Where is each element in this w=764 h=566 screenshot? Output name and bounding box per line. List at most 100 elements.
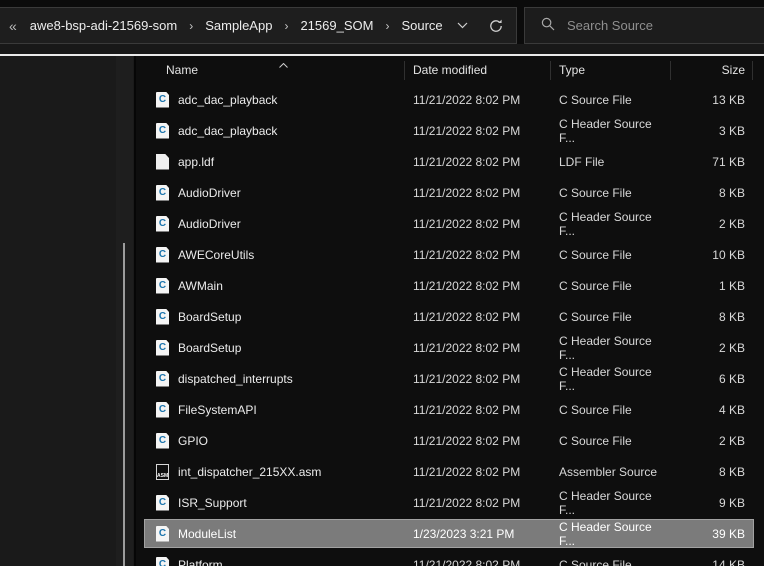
table-row[interactable]: C Platform 11/21/2022 8:02 PM C Source F…: [136, 549, 764, 566]
file-size: 14 KB: [671, 558, 753, 566]
table-row[interactable]: ASM int_dispatcher_215XX.asm 11/21/2022 …: [136, 456, 764, 487]
file-size: 4 KB: [671, 403, 753, 417]
file-size: 8 KB: [671, 186, 753, 200]
column-header-name[interactable]: Name: [136, 56, 405, 84]
table-row[interactable]: C BoardSetup 11/21/2022 8:02 PM C Source…: [136, 301, 764, 332]
table-row[interactable]: C AudioDriver 11/21/2022 8:02 PM C Heade…: [136, 208, 764, 239]
file-size: 3 KB: [671, 124, 753, 138]
search-box[interactable]: Search Source: [524, 7, 764, 44]
file-name-cell: C AudioDriver: [136, 185, 405, 201]
file-type: C Source File: [551, 403, 671, 417]
file-name-cell: app.ldf: [136, 154, 405, 170]
file-date-modified: 11/21/2022 8:02 PM: [405, 279, 551, 293]
file-type: C Source File: [551, 248, 671, 262]
search-placeholder: Search Source: [567, 18, 653, 33]
file-name: GPIO: [178, 434, 208, 448]
table-row[interactable]: C AWECoreUtils 11/21/2022 8:02 PM C Sour…: [136, 239, 764, 270]
file-name-cell: C GPIO: [136, 433, 405, 449]
file-date-modified: 11/21/2022 8:02 PM: [405, 248, 551, 262]
file-type: Assembler Source: [551, 465, 671, 479]
refresh-icon[interactable]: [488, 18, 504, 34]
file-name: app.ldf: [178, 155, 214, 169]
table-row[interactable]: C AWMain 11/21/2022 8:02 PM C Source Fil…: [136, 270, 764, 301]
c-source-file-icon: C: [156, 557, 169, 566]
address-bar[interactable]: « awe8-bsp-adi-21569-som›SampleApp›21569…: [0, 7, 517, 44]
file-date-modified: 11/21/2022 8:02 PM: [405, 434, 551, 448]
file-type: C Header Source F...: [551, 365, 671, 393]
table-row[interactable]: C GPIO 11/21/2022 8:02 PM C Source File …: [136, 425, 764, 456]
file-date-modified: 11/21/2022 8:02 PM: [405, 558, 551, 566]
file-name: AudioDriver: [178, 186, 241, 200]
address-dropdown-chevron-icon[interactable]: [457, 22, 468, 29]
breadcrumb-separator-icon: ›: [179, 19, 203, 33]
breadcrumb-separator-icon: ›: [274, 19, 298, 33]
table-row[interactable]: C dispatched_interrupts 11/21/2022 8:02 …: [136, 363, 764, 394]
file-size: 8 KB: [671, 310, 753, 324]
file-name: int_dispatcher_215XX.asm: [178, 465, 321, 479]
file-name: BoardSetup: [178, 341, 241, 355]
table-row[interactable]: C BoardSetup 11/21/2022 8:02 PM C Header…: [136, 332, 764, 363]
assembler-file-icon: ASM: [156, 464, 169, 480]
file-name-cell: C ISR_Support: [136, 495, 405, 511]
table-row[interactable]: C FileSystemAPI 11/21/2022 8:02 PM C Sou…: [136, 394, 764, 425]
breadcrumb-separator-icon: ›: [375, 19, 399, 33]
file-name: AudioDriver: [178, 217, 241, 231]
c-source-file-icon: C: [156, 402, 169, 418]
file-name: AWECoreUtils: [178, 248, 254, 262]
file-date-modified: 11/21/2022 8:02 PM: [405, 93, 551, 107]
table-row[interactable]: C AudioDriver 11/21/2022 8:02 PM C Sourc…: [136, 177, 764, 208]
file-name-cell: C AWECoreUtils: [136, 247, 405, 263]
breadcrumb-item[interactable]: awe8-bsp-adi-21569-som: [28, 18, 179, 33]
file-name-cell: C BoardSetup: [136, 309, 405, 325]
column-headers: Name Date modified Type Size: [136, 56, 764, 84]
file-type: C Header Source F...: [551, 489, 671, 517]
breadcrumb-collapse-icon[interactable]: «: [9, 18, 17, 34]
breadcrumb-item[interactable]: Source: [399, 18, 444, 33]
c-source-file-icon: C: [156, 495, 169, 511]
c-source-file-icon: C: [156, 371, 169, 387]
table-row[interactable]: C ISR_Support 11/21/2022 8:02 PM C Heade…: [136, 487, 764, 518]
file-date-modified: 11/21/2022 8:02 PM: [405, 372, 551, 386]
file-name: ISR_Support: [178, 496, 247, 510]
file-date-modified: 11/21/2022 8:02 PM: [405, 155, 551, 169]
file-name: FileSystemAPI: [178, 403, 257, 417]
file-name-cell: C AudioDriver: [136, 216, 405, 232]
file-size: 13 KB: [671, 93, 753, 107]
table-row[interactable]: app.ldf 11/21/2022 8:02 PM LDF File 71 K…: [136, 146, 764, 177]
column-header-date-modified[interactable]: Date modified: [405, 56, 551, 84]
file-name-cell: C FileSystemAPI: [136, 402, 405, 418]
table-row[interactable]: C ModuleList 1/23/2023 3:21 PM C Header …: [136, 518, 764, 549]
file-name-cell: C AWMain: [136, 278, 405, 294]
table-row[interactable]: C adc_dac_playback 11/21/2022 8:02 PM C …: [136, 84, 764, 115]
file-name: Platform: [178, 558, 223, 566]
file-name: AWMain: [178, 279, 223, 293]
file-type: C Source File: [551, 93, 671, 107]
table-row[interactable]: C adc_dac_playback 11/21/2022 8:02 PM C …: [136, 115, 764, 146]
c-source-file-icon: C: [156, 309, 169, 325]
breadcrumb-item[interactable]: 21569_SOM: [298, 18, 375, 33]
file-date-modified: 11/21/2022 8:02 PM: [405, 403, 551, 417]
breadcrumb-item[interactable]: SampleApp: [203, 18, 274, 33]
file-name-cell: C Platform: [136, 557, 405, 566]
c-source-file-icon: C: [156, 526, 169, 542]
file-type: C Source File: [551, 434, 671, 448]
file-size: 71 KB: [671, 155, 753, 169]
file-name: adc_dac_playback: [178, 124, 277, 138]
file-list: C adc_dac_playback 11/21/2022 8:02 PM C …: [136, 84, 764, 566]
c-source-file-icon: C: [156, 123, 169, 139]
file-date-modified: 1/23/2023 3:21 PM: [405, 527, 551, 541]
file-name: adc_dac_playback: [178, 93, 277, 107]
c-source-file-icon: C: [156, 340, 169, 356]
file-size: 39 KB: [671, 527, 753, 541]
nav-scrollbar-thumb[interactable]: [123, 243, 125, 566]
column-header-type[interactable]: Type: [551, 56, 671, 84]
file-size: 6 KB: [671, 372, 753, 386]
column-header-size[interactable]: Size: [671, 56, 753, 84]
file-name: dispatched_interrupts: [178, 372, 293, 386]
file-date-modified: 11/21/2022 8:02 PM: [405, 186, 551, 200]
file-date-modified: 11/21/2022 8:02 PM: [405, 465, 551, 479]
file-date-modified: 11/21/2022 8:02 PM: [405, 310, 551, 324]
file-size: 10 KB: [671, 248, 753, 262]
file-type: LDF File: [551, 155, 671, 169]
file-explorer-window: « awe8-bsp-adi-21569-som›SampleApp›21569…: [0, 0, 764, 566]
